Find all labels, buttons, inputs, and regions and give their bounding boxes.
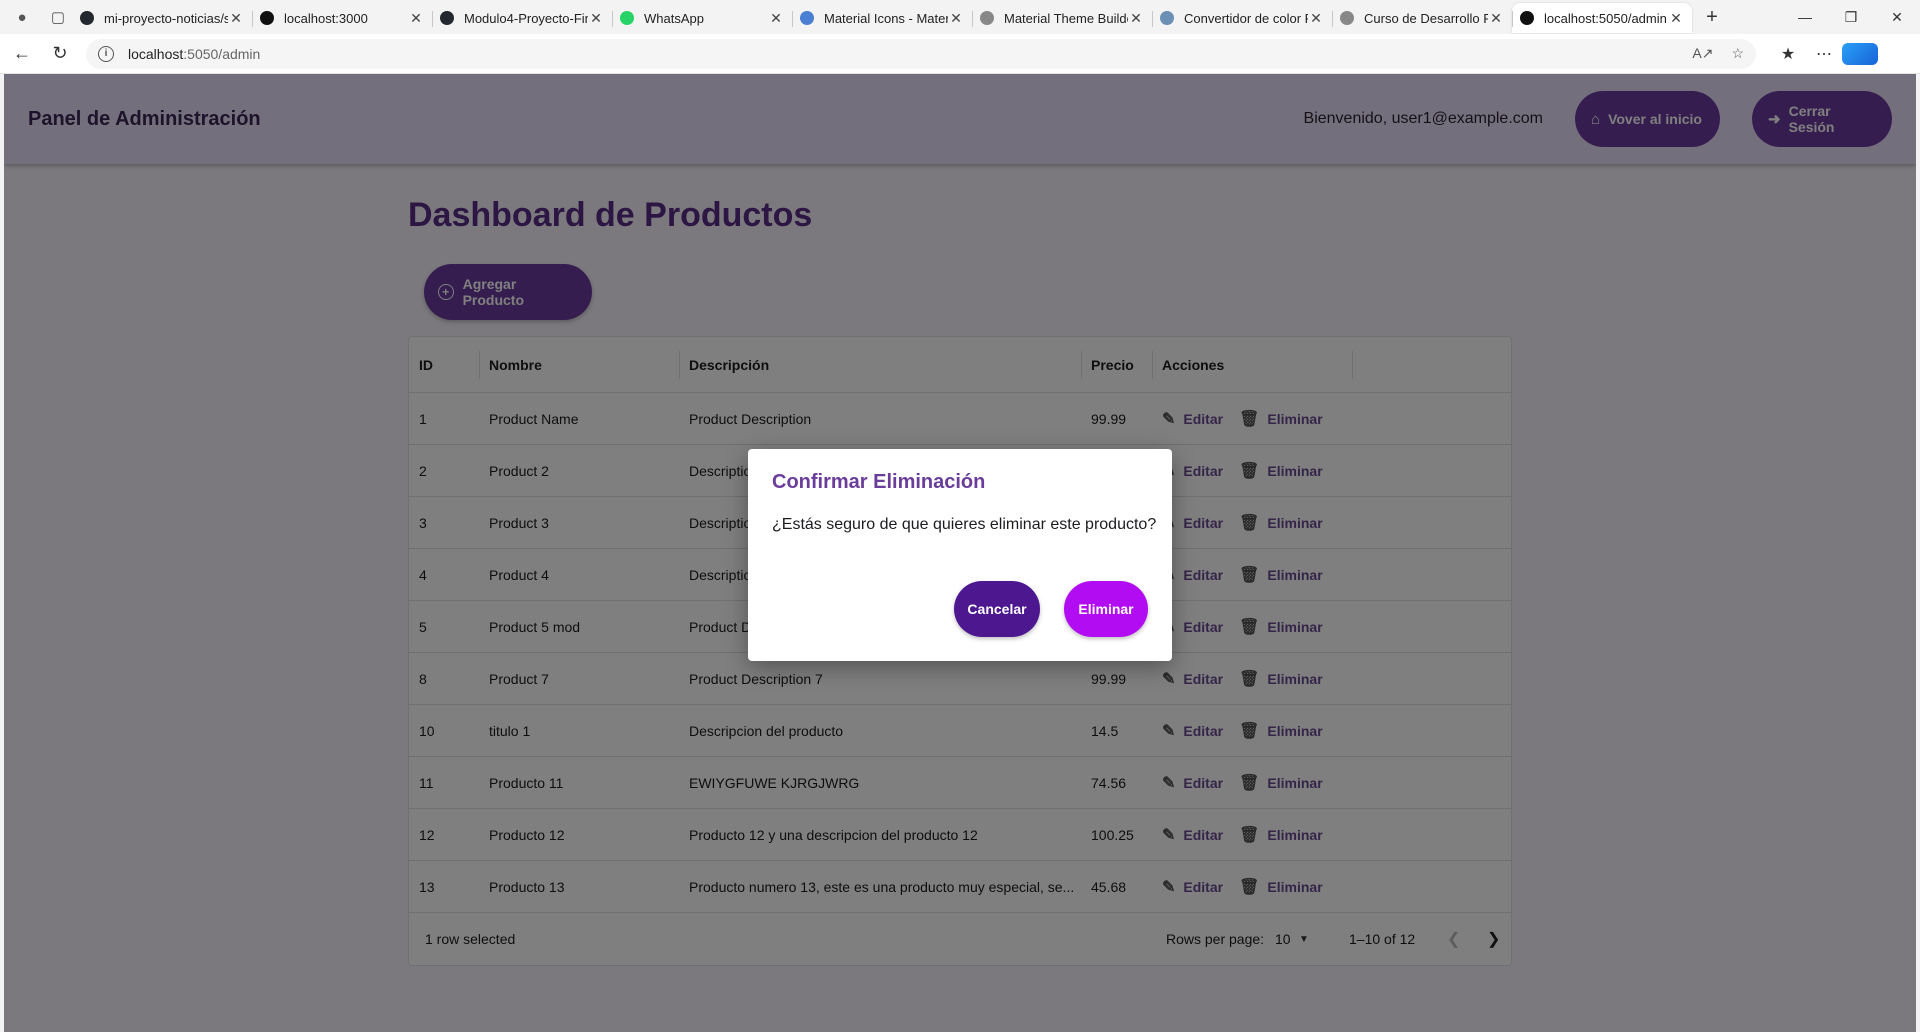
tab-title: Modulo4-Proyecto-Fin <box>464 10 588 26</box>
tab-title: Convertidor de color F <box>1184 10 1308 26</box>
close-tab-icon[interactable]: ✕ <box>1488 10 1504 27</box>
tab-title: WhatsApp <box>644 10 704 26</box>
app-icon <box>260 11 274 25</box>
cancel-button[interactable]: Cancelar <box>954 581 1040 637</box>
page-icon <box>1340 11 1354 25</box>
browser-tab-strip: ● ▢ mi-proyecto-noticias/s ✕ localhost:300… <box>0 0 1920 34</box>
browser-tab[interactable]: Convertidor de color F ✕ <box>1152 3 1332 33</box>
dialog-message: ¿Estás seguro de que quieres eliminar es… <box>772 516 1157 533</box>
minimize-icon[interactable]: — <box>1782 0 1828 34</box>
browser-tab[interactable]: Modulo4-Proyecto-Fin ✕ <box>432 3 612 33</box>
copilot-button[interactable] <box>1842 42 1878 65</box>
url-host: localhost <box>128 45 184 62</box>
browser-tab[interactable]: localhost:5050/admin ✕ <box>1512 3 1692 33</box>
close-tab-icon[interactable]: ✕ <box>228 10 244 27</box>
tab-title: mi-proyecto-noticias/s <box>104 10 228 26</box>
page-icon <box>980 11 994 25</box>
tab-title: Material Icons - Mater <box>824 10 948 26</box>
close-tab-icon[interactable]: ✕ <box>1308 10 1324 27</box>
browser-tab[interactable]: Material Theme Builde ✕ <box>972 3 1152 33</box>
url-path: :5050/admin <box>183 45 261 62</box>
profile-icon[interactable]: ● <box>8 3 36 31</box>
github-icon <box>440 11 454 25</box>
tab-list: mi-proyecto-noticias/s ✕ localhost:3000 ✕ Mo… <box>72 1 1692 33</box>
dialog-title: Confirmar Eliminación <box>772 471 986 493</box>
site-info-icon[interactable]: i <box>98 45 114 62</box>
tab-title: Material Theme Builde <box>1004 10 1128 26</box>
tab-actions-icon[interactable]: ▢ <box>44 3 72 31</box>
tab-title: Curso de Desarrollo F <box>1364 10 1488 26</box>
close-tab-icon[interactable]: ✕ <box>1668 10 1684 27</box>
reload-icon[interactable]: ↻ <box>44 38 76 70</box>
browser-tab[interactable]: WhatsApp ✕ <box>612 3 792 33</box>
tab-title: localhost:3000 <box>284 10 368 26</box>
url-text: localhost:5050/admin <box>128 46 1674 62</box>
close-tab-icon[interactable]: ✕ <box>408 10 424 27</box>
browser-tab[interactable]: mi-proyecto-noticias/s ✕ <box>72 3 252 33</box>
new-tab-button[interactable]: + <box>1698 3 1726 31</box>
close-tab-icon[interactable]: ✕ <box>768 10 784 27</box>
tab-title: localhost:5050/admin <box>1544 10 1667 26</box>
close-window-icon[interactable]: ✕ <box>1874 0 1920 34</box>
url-field[interactable]: i localhost:5050/admin A↗ ☆ <box>86 38 1756 69</box>
app-icon <box>1520 11 1534 25</box>
browser-toolbar: ★ ⋯ <box>1770 42 1878 65</box>
confirm-delete-button[interactable]: Eliminar <box>1064 581 1148 637</box>
restore-icon[interactable]: ❐ <box>1828 0 1874 34</box>
read-aloud-icon[interactable]: A↗ <box>1692 45 1713 62</box>
address-bar: ← ↻ i localhost:5050/admin A↗ ☆ ★ ⋯ <box>0 34 1920 74</box>
favorites-icon[interactable]: ★ <box>1770 44 1806 64</box>
converter-icon <box>1160 11 1174 25</box>
browser-tab[interactable]: localhost:3000 ✕ <box>252 3 432 33</box>
material-icon <box>800 11 814 25</box>
favorite-star-icon[interactable]: ☆ <box>1731 45 1744 62</box>
more-menu-icon[interactable]: ⋯ <box>1806 44 1842 64</box>
close-tab-icon[interactable]: ✕ <box>588 10 604 27</box>
whatsapp-icon <box>620 11 634 25</box>
browser-tab[interactable]: Material Icons - Mater ✕ <box>792 3 972 33</box>
back-icon[interactable]: ← <box>6 38 38 70</box>
window-controls: — ❐ ✕ <box>1782 0 1920 34</box>
browser-tab[interactable]: Curso de Desarrollo F ✕ <box>1332 3 1512 33</box>
github-icon <box>80 11 94 25</box>
close-tab-icon[interactable]: ✕ <box>948 10 964 27</box>
confirm-delete-dialog: Confirmar Eliminación ¿Estás seguro de q… <box>748 449 1172 661</box>
copilot-icon <box>1842 42 1878 65</box>
close-tab-icon[interactable]: ✕ <box>1128 10 1144 27</box>
